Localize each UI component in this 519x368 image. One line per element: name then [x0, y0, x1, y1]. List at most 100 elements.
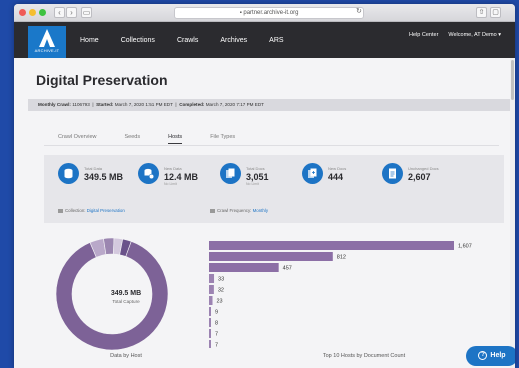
user-menu[interactable]: Welcome, AT Demo ▾ — [448, 32, 501, 38]
bar-value-label: 8 — [215, 321, 218, 327]
frequency-label: Crawl Frequency: — [217, 208, 252, 213]
crawl-info-bar: Monthly Crawl: 1106793 | Started: March … — [28, 99, 510, 111]
bar-value-label: 32 — [218, 288, 224, 294]
url-text: partner.archive-it.org — [243, 10, 299, 16]
started-value: March 7, 2020 1:51 PM EDT — [114, 102, 173, 107]
database-plus-icon — [138, 163, 159, 184]
nav-crawls[interactable]: Crawls — [177, 37, 198, 44]
calendar-icon — [210, 208, 215, 213]
monthly-crawl-label: Monthly Crawl: — [38, 102, 71, 107]
host-bar[interactable] — [209, 241, 454, 250]
share-icon[interactable]: ⇧ — [476, 7, 487, 18]
completed-label: Completed: — [179, 102, 205, 107]
header-utility: Help Center Welcome, AT Demo ▾ — [409, 32, 501, 38]
main-nav: Home Collections Crawls Archives ARS — [80, 37, 284, 44]
bar-value-label: 1,607 — [458, 244, 472, 250]
tab-seeds[interactable]: Seeds — [125, 134, 141, 144]
host-bar[interactable] — [209, 252, 333, 261]
frequency-link[interactable]: Monthly — [253, 208, 268, 213]
documents-icon — [220, 163, 241, 184]
host-bar[interactable] — [209, 274, 215, 283]
bar-value-label: 7 — [215, 343, 218, 349]
help-label: Help — [490, 352, 506, 359]
stat-value: 3,051 — [246, 172, 269, 182]
logo-text: ARCHIVE-IT — [34, 48, 60, 53]
report-tabs: Crawl Overview Seeds Hosts File Types — [58, 134, 263, 144]
host-bar[interactable] — [209, 329, 211, 338]
top-hosts-bar-chart: 1,607 812 457 33 32 23 9 8 7 7 — [209, 241, 472, 349]
started-label: Started: — [96, 102, 114, 107]
stat-label: Total Data — [84, 166, 103, 171]
bar-value-label: 23 — [217, 299, 223, 305]
host-bar[interactable] — [209, 340, 211, 348]
stat-label: Total Docs — [246, 166, 265, 171]
new-documents-icon — [302, 163, 323, 184]
separator: | — [175, 102, 177, 107]
sidebar-toggle-button[interactable]: ▭ — [81, 7, 92, 18]
stat-sub: No Limit — [246, 182, 259, 186]
tab-file-types[interactable]: File Types — [210, 134, 235, 144]
host-bar[interactable] — [209, 318, 211, 327]
welcome-text: Welcome, AT Demo — [448, 32, 497, 38]
completed-value: March 7, 2020 7:17 PM EDT — [205, 102, 264, 107]
stat-value: 349.5 MB — [84, 172, 124, 182]
browser-toolbar: ‹ › ▭ ▪ partner.archive-it.org ↻ ⇧ ▢ — [14, 4, 515, 22]
app-header: ARCHIVE-IT Home Collections Crawls Archi… — [14, 22, 515, 58]
bar-chart-caption: Top 10 Hosts by Document Count — [322, 353, 406, 359]
stat-value: 2,607 — [408, 172, 431, 182]
database-icon — [58, 163, 79, 184]
host-bar[interactable] — [209, 285, 214, 294]
page-scrollbar[interactable] — [510, 58, 515, 368]
nav-home[interactable]: Home — [80, 37, 99, 44]
nav-collections[interactable]: Collections — [121, 37, 155, 44]
bar-value-label: 33 — [218, 277, 224, 283]
donut-caption: Data by Host — [110, 353, 142, 359]
donut-center-value: 349.5 MB — [110, 290, 142, 297]
page-title: Digital Preservation — [36, 72, 168, 88]
stat-label: New Data — [164, 166, 182, 171]
nav-archives[interactable]: Archives — [220, 37, 247, 44]
collection-link[interactable]: Digital Preservation — [87, 208, 125, 213]
browser-window: ‹ › ▭ ▪ partner.archive-it.org ↻ ⇧ ▢ ARC… — [14, 4, 515, 368]
minimize-window-button[interactable] — [29, 9, 36, 16]
scrollbar-thumb[interactable] — [511, 60, 514, 100]
stat-label: Unchanged Docs — [408, 166, 439, 171]
zoom-window-button[interactable] — [39, 9, 46, 16]
question-icon: ? — [478, 351, 488, 360]
back-button[interactable]: ‹ — [54, 7, 65, 18]
reload-icon[interactable]: ↻ — [356, 7, 362, 15]
host-bar[interactable] — [209, 296, 213, 305]
tab-crawl-overview[interactable]: Crawl Overview — [58, 134, 97, 144]
help-button[interactable]: ? Help — [466, 346, 515, 366]
crawl-frequency-info: Crawl Frequency: Monthly — [210, 208, 268, 213]
collection-label: Collection: — [65, 208, 86, 213]
separator: | — [92, 102, 94, 107]
bar-value-label: 457 — [283, 266, 292, 272]
chevron-down-icon: ▾ — [498, 32, 501, 38]
stat-sub: No Limit — [164, 182, 177, 186]
nav-ars[interactable]: ARS — [269, 37, 283, 44]
close-window-button[interactable] — [19, 9, 26, 16]
tab-hosts[interactable]: Hosts — [168, 134, 183, 144]
collection-info: Collection: Digital Preservation — [58, 208, 125, 213]
bar-value-label: 7 — [215, 332, 218, 338]
bar-value-label: 812 — [337, 255, 346, 261]
bar-value-label: 9 — [215, 310, 218, 316]
stat-value: 12.4 MB — [164, 172, 199, 182]
host-bar[interactable] — [209, 307, 211, 316]
stat-value: 444 — [328, 172, 344, 182]
address-bar[interactable]: ▪ partner.archive-it.org — [174, 7, 364, 19]
tabs-icon[interactable]: ▢ — [490, 7, 501, 18]
stats-panel: Total Data 349.5 MB New Data 12.4 MB No … — [44, 155, 504, 223]
stat-label: New Docs — [328, 166, 347, 171]
unchanged-document-icon — [382, 163, 403, 184]
logo-mark-icon — [39, 29, 55, 47]
host-bar[interactable] — [209, 263, 279, 272]
archive-it-logo[interactable]: ARCHIVE-IT — [28, 26, 66, 58]
donut-center-label: Total Capture — [112, 299, 140, 304]
tab-divider — [44, 145, 499, 146]
collection-icon — [58, 208, 63, 213]
help-center-link[interactable]: Help Center — [409, 32, 438, 38]
forward-button[interactable]: › — [66, 7, 77, 18]
monthly-crawl-value[interactable]: 1106793 — [72, 102, 90, 107]
